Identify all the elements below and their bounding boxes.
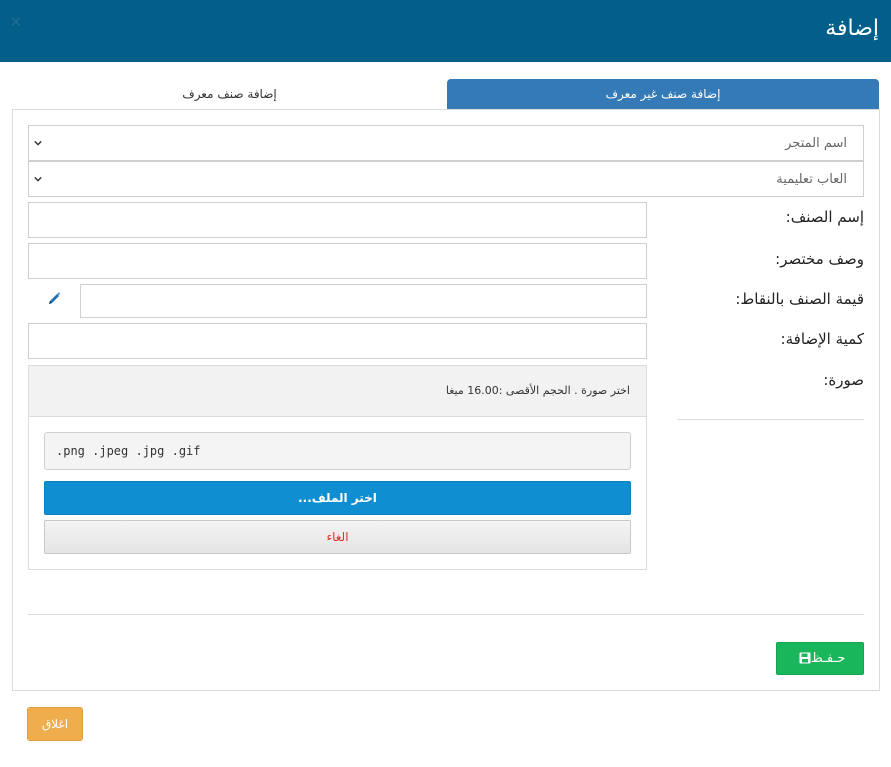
- cancel-upload-button[interactable]: الغاء: [44, 520, 631, 554]
- store-select-value: اسم المتجر: [785, 136, 847, 151]
- category-select[interactable]: العاب تعليمية: [28, 161, 864, 197]
- store-select[interactable]: اسم المتجر: [28, 125, 864, 161]
- upload-header: اختر صورة . الحجم الأقصى :16.00 ميغا: [29, 366, 646, 417]
- category-select-value: العاب تعليمية: [776, 172, 847, 187]
- image-upload: اختر صورة . الحجم الأقصى :16.00 ميغا .pn…: [28, 365, 647, 570]
- floppy-disk-icon: [799, 652, 811, 664]
- allowed-extensions: .png .jpeg .jpg .gif: [44, 432, 631, 470]
- points-value-label: قيمة الصنف بالنقاط:: [735, 290, 864, 308]
- modal-header: × إضافة: [0, 0, 891, 62]
- save-button-label: حـفـظ: [810, 651, 846, 666]
- choose-file-button[interactable]: اختر الملف...: [44, 481, 631, 515]
- tab-add-defined-item[interactable]: إضافة صنف معرف: [12, 79, 447, 109]
- image-label: صورة:: [823, 371, 864, 389]
- quantity-input[interactable]: [28, 323, 647, 359]
- save-button[interactable]: حـفـظ: [776, 642, 864, 675]
- quantity-label: كمية الإضافة:: [780, 330, 864, 348]
- pen-icon[interactable]: [46, 291, 62, 307]
- short-description-input[interactable]: [28, 243, 647, 279]
- points-value-input[interactable]: [80, 284, 647, 318]
- item-name-input[interactable]: [28, 202, 647, 238]
- allowed-extensions-text: .png .jpeg .jpg .gif: [56, 444, 201, 458]
- divider: [28, 614, 864, 615]
- upload-size-note: اختر صورة . الحجم الأقصى :16.00 ميغا: [445, 384, 630, 397]
- modal-title: إضافة: [825, 16, 879, 41]
- chevron-down-icon: [34, 176, 42, 182]
- item-name-label: إسم الصنف:: [785, 208, 864, 226]
- close-icon[interactable]: ×: [10, 14, 22, 30]
- short-description-label: وصف مختصر:: [775, 250, 864, 268]
- chevron-down-icon: [34, 140, 42, 146]
- close-button[interactable]: اغلاق: [27, 707, 83, 741]
- divider: [677, 419, 864, 420]
- tab-add-undefined-item[interactable]: إضافة صنف غير معرف: [447, 79, 879, 109]
